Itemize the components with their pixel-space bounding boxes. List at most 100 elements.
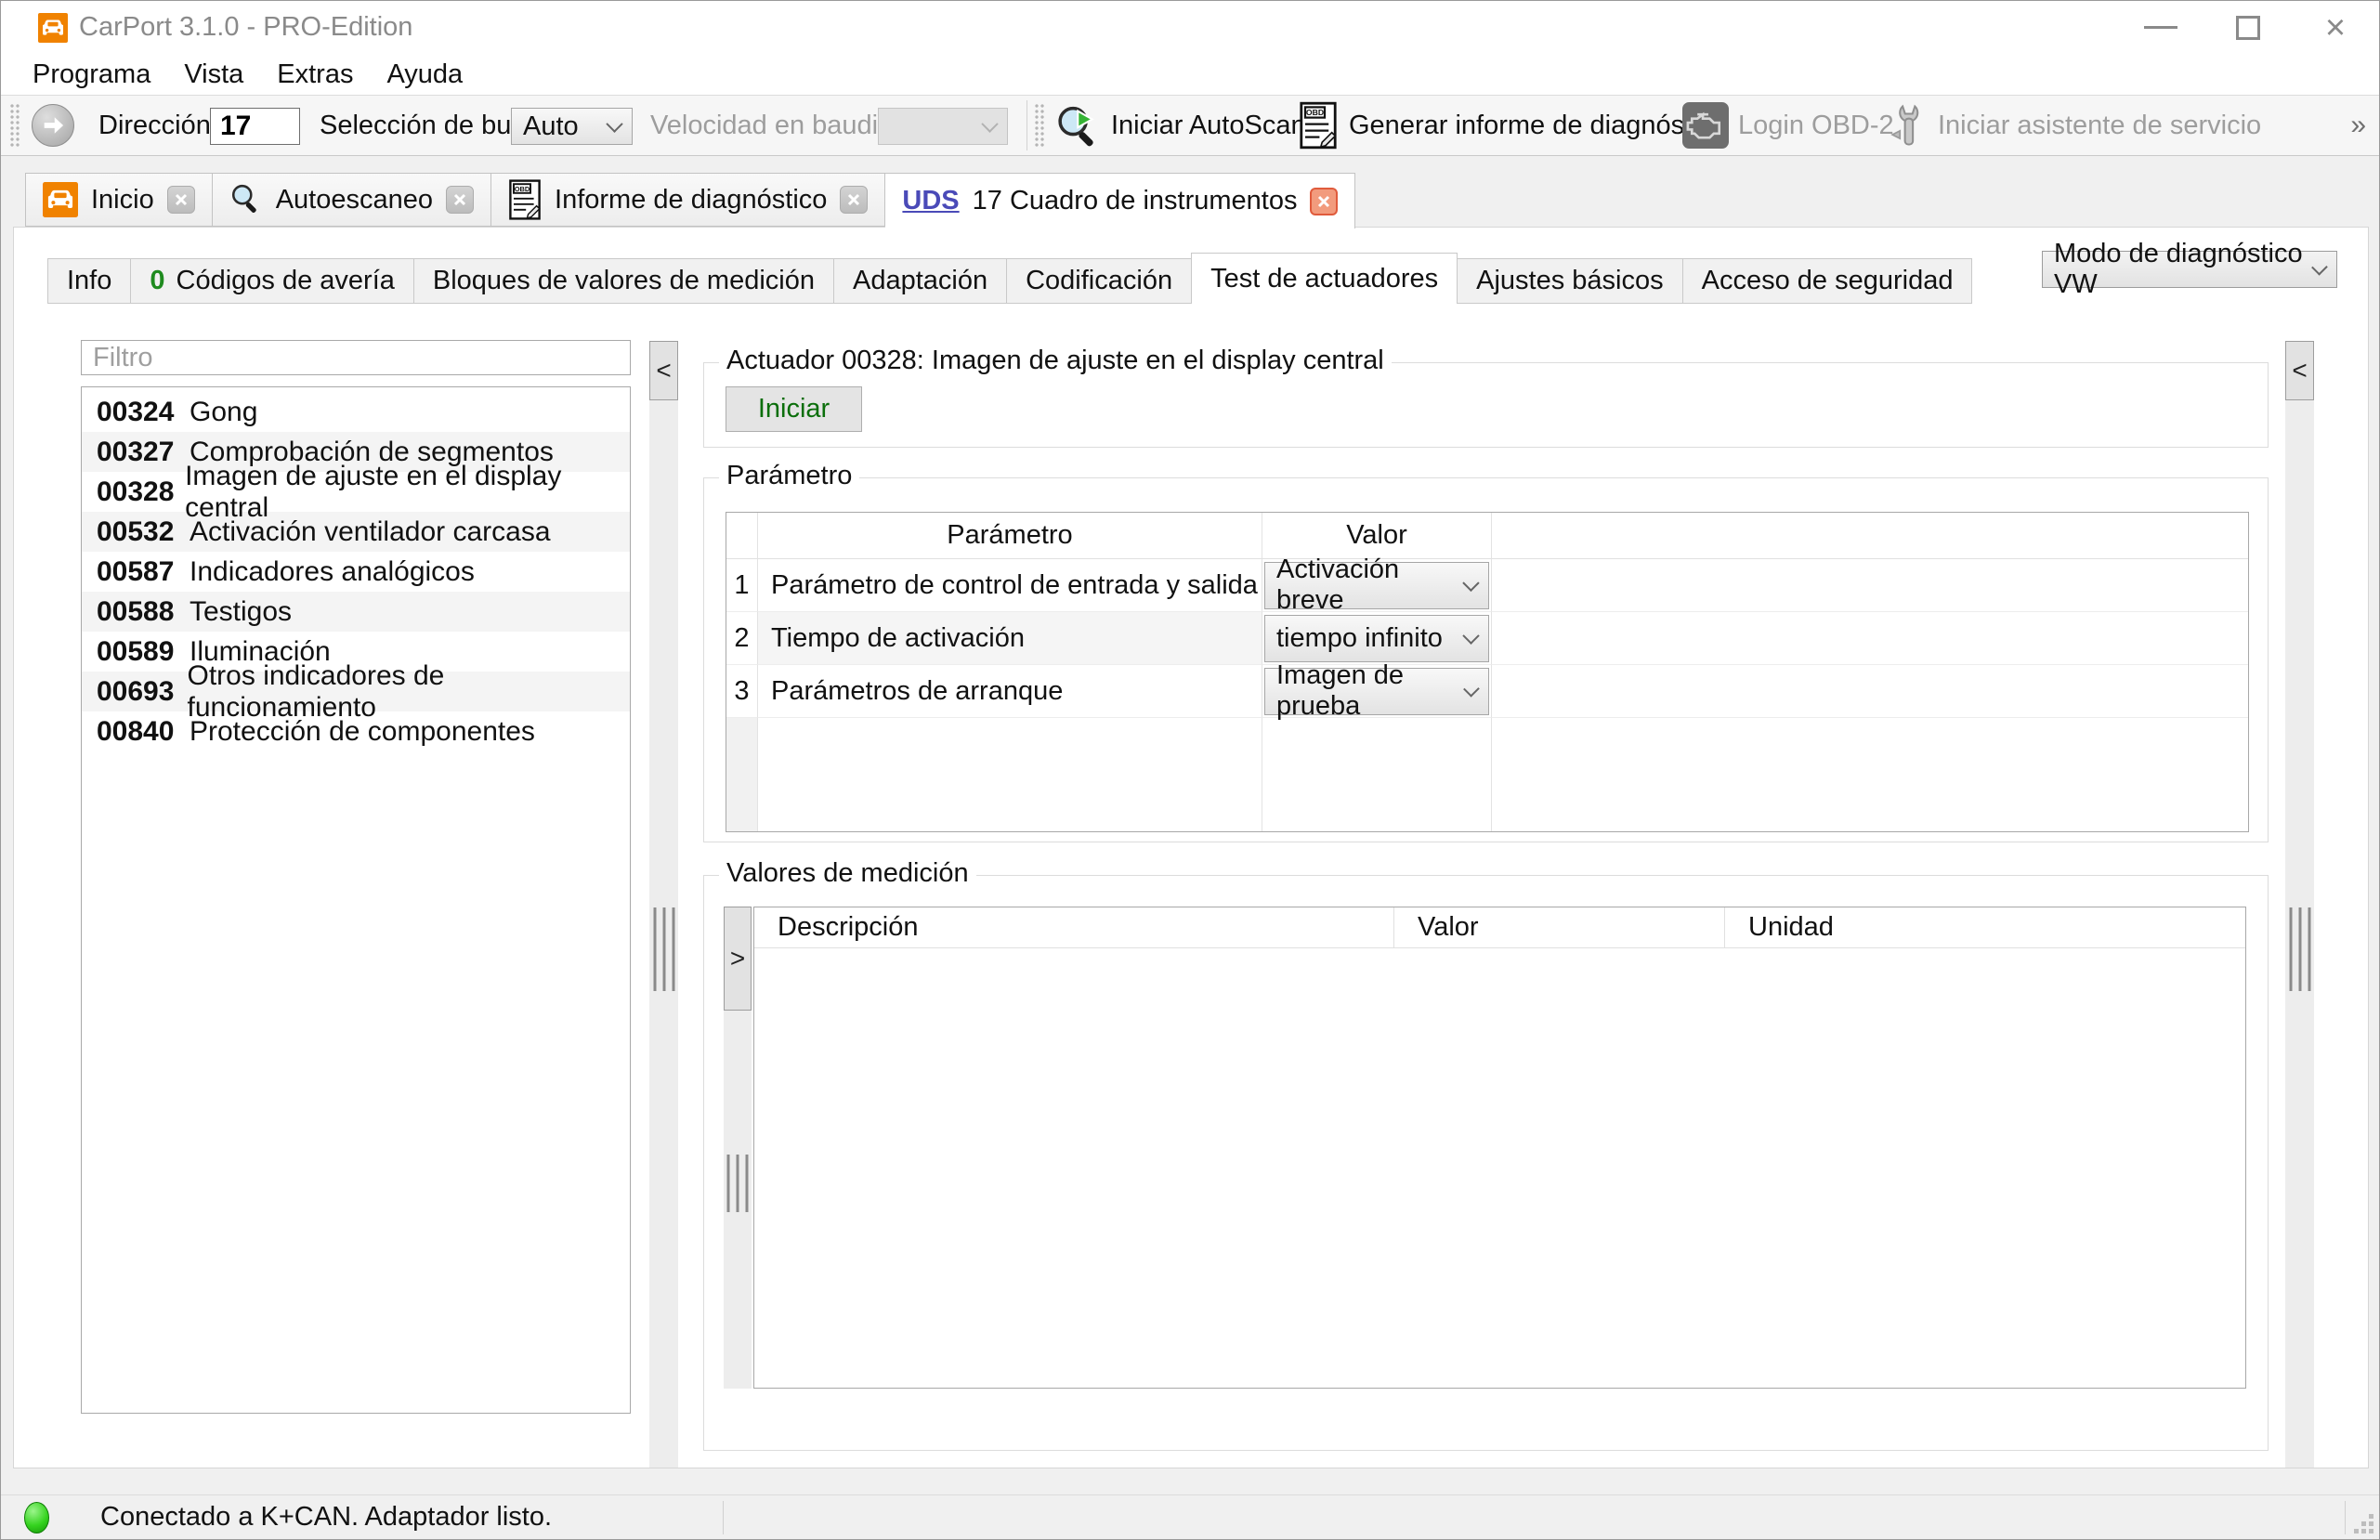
subtab-codificacion[interactable]: Codificación bbox=[1006, 258, 1193, 304]
collapse-right-panel-button[interactable]: < bbox=[2285, 341, 2314, 400]
splitter-grip[interactable] bbox=[653, 907, 674, 991]
tab-label: Autoescaneo bbox=[275, 184, 434, 215]
minimize-icon bbox=[2144, 26, 2177, 29]
tab-label: Informe de diagnóstico bbox=[555, 184, 828, 215]
uds-badge: UDS bbox=[902, 186, 960, 215]
autoscan-button[interactable]: Iniciar AutoScan bbox=[1055, 96, 1306, 155]
tab-autoescaneo[interactable]: Autoescaneo bbox=[212, 173, 492, 227]
filter-input[interactable] bbox=[81, 340, 631, 375]
chevron-down-icon bbox=[981, 114, 999, 133]
parameter-group-title: Parámetro bbox=[719, 461, 860, 491]
list-item[interactable]: 00588 Testigos bbox=[82, 592, 630, 632]
maximize-button[interactable] bbox=[2204, 1, 2292, 54]
tab-bar: Inicio Autoescaneo OBD Informe de diagnó… bbox=[25, 173, 1356, 228]
baud-select bbox=[878, 108, 1008, 145]
minimize-button[interactable] bbox=[2117, 1, 2204, 54]
wrench-icon bbox=[1890, 104, 1919, 146]
login-obd2-label: Login OBD-2 bbox=[1738, 110, 1894, 140]
close-icon bbox=[453, 193, 466, 206]
status-message: Conectado a K+CAN. Adaptador listo. bbox=[100, 1502, 553, 1532]
diagnostic-mode-select[interactable]: Modo de diagnóstico VW bbox=[2042, 239, 2337, 299]
subtab-ajustes-basicos[interactable]: Ajustes básicos bbox=[1457, 258, 1683, 304]
parameter-groupbox: Parámetro Parámetro Valor 1 Parámetro de… bbox=[703, 461, 2269, 842]
address-input[interactable] bbox=[210, 108, 300, 145]
tab-label: 17 Cuadro de instrumentos bbox=[972, 186, 1298, 215]
close-icon bbox=[1318, 195, 1330, 207]
statusbar-separator bbox=[2345, 1501, 2346, 1534]
left-splitter[interactable]: < bbox=[649, 341, 678, 1468]
list-item[interactable]: 00693 Otros indicadores de funcionamiento bbox=[82, 660, 630, 723]
resize-grip[interactable] bbox=[2351, 1511, 2375, 1535]
column-header-descripcion: Descripción bbox=[754, 907, 1394, 948]
autoscan-label: Iniciar AutoScan bbox=[1111, 110, 1306, 140]
status-bar: Conectado a K+CAN. Adaptador listo. bbox=[1, 1494, 2379, 1539]
list-item[interactable]: 00328 Imagen de ajuste en el display cent… bbox=[82, 461, 630, 523]
header-cell bbox=[1492, 513, 2248, 559]
svg-text:OBD: OBD bbox=[515, 185, 530, 193]
toolbar-grip[interactable] bbox=[9, 103, 20, 148]
collapse-left-panel-button[interactable]: < bbox=[649, 341, 678, 400]
tab-inicio[interactable]: Inicio bbox=[25, 173, 213, 227]
close-button[interactable]: × bbox=[2292, 1, 2379, 54]
statusbar-separator bbox=[723, 1501, 724, 1534]
toolbar-grip[interactable] bbox=[1034, 103, 1045, 148]
list-item[interactable]: 00324 Gong bbox=[82, 392, 630, 432]
parameter-value-select[interactable]: Activación breve bbox=[1264, 555, 1489, 615]
start-actuator-button[interactable]: Iniciar bbox=[726, 386, 862, 432]
subtab-codigos-averia[interactable]: 0 Códigos de avería bbox=[130, 258, 414, 304]
toolbar-overflow-button[interactable]: » bbox=[2350, 96, 2366, 155]
actuator-list: 00324 Gong 00327 Comprobación de segmentos… bbox=[81, 386, 631, 1414]
list-item[interactable]: 00587 Indicadores analógicos bbox=[82, 552, 630, 592]
right-splitter[interactable]: < bbox=[2285, 341, 2314, 1468]
tab-informe-diagnostico[interactable]: OBD Informe de diagnóstico bbox=[491, 173, 886, 227]
filler-cell bbox=[1492, 718, 2248, 831]
magnifier-icon bbox=[231, 184, 256, 213]
tab-label: Inicio bbox=[91, 184, 154, 215]
empty-cell bbox=[1492, 612, 2248, 665]
column-header-valor: Valor bbox=[1262, 513, 1492, 559]
bus-select[interactable]: Auto bbox=[511, 108, 633, 145]
parameter-name: Parámetro de control de entrada y salida bbox=[758, 559, 1262, 612]
car-icon bbox=[43, 182, 78, 217]
splitter-grip[interactable] bbox=[726, 1155, 749, 1212]
subtab-info[interactable]: Info bbox=[47, 258, 132, 304]
subtab-acceso-seguridad[interactable]: Acceso de seguridad bbox=[1681, 258, 1973, 304]
splitter-grip[interactable] bbox=[2289, 907, 2310, 991]
row-number: 1 bbox=[726, 559, 758, 612]
go-button[interactable] bbox=[32, 104, 74, 147]
parameter-value-select[interactable]: tiempo infinito bbox=[1264, 614, 1489, 662]
measurements-splitter[interactable]: > bbox=[724, 907, 752, 1389]
filler-cell bbox=[758, 718, 1262, 831]
empty-cell bbox=[1492, 665, 2248, 718]
menu-extras[interactable]: Extras bbox=[260, 54, 370, 95]
parameter-value-select[interactable]: Imagen de prueba bbox=[1264, 660, 1489, 721]
row-number: 2 bbox=[726, 612, 758, 665]
chevron-down-icon bbox=[1462, 626, 1480, 645]
tab-close-button[interactable] bbox=[166, 186, 195, 214]
report-button[interactable]: OBD Generar informe de diagnóstico bbox=[1299, 96, 1726, 155]
list-item[interactable]: 00532 Activación ventilador carcasa bbox=[82, 512, 630, 552]
address-label: Dirección: bbox=[98, 110, 218, 140]
column-header-parametro: Parámetro bbox=[758, 513, 1262, 559]
window-title: CarPort 3.1.0 - PRO-Edition bbox=[79, 12, 413, 42]
tab-close-button-active[interactable] bbox=[1310, 187, 1339, 215]
arrow-right-icon bbox=[44, 117, 64, 134]
subtab-test-actuadores[interactable]: Test de actuadores bbox=[1191, 253, 1458, 304]
filler-cell bbox=[726, 718, 758, 831]
expand-panel-button[interactable]: > bbox=[724, 907, 752, 1011]
menu-vista[interactable]: Vista bbox=[167, 54, 260, 95]
tab-close-button[interactable] bbox=[446, 186, 475, 214]
row-number: 3 bbox=[726, 665, 758, 718]
tab-uds-cuadro-instrumentos[interactable]: UDS 17 Cuadro de instrumentos bbox=[885, 173, 1356, 228]
measurements-groupbox: Valores de medición > Descripción Valor … bbox=[703, 858, 2269, 1451]
menu-programa[interactable]: Programa bbox=[16, 54, 167, 95]
service-assistant-label: Iniciar asistente de servicio bbox=[1938, 110, 2262, 140]
parameter-value-cell: tiempo infinito bbox=[1262, 612, 1492, 665]
menu-ayuda[interactable]: Ayuda bbox=[370, 54, 479, 95]
subtab-adaptacion[interactable]: Adaptación bbox=[832, 258, 1008, 304]
bus-label: Selección de bus: bbox=[320, 110, 532, 140]
maximize-icon bbox=[2236, 15, 2260, 40]
content-panel: Info 0 Códigos de avería Bloques de valo… bbox=[13, 227, 2369, 1468]
tab-close-button[interactable] bbox=[840, 186, 869, 214]
subtab-bloques-valores[interactable]: Bloques de valores de medición bbox=[412, 258, 834, 304]
